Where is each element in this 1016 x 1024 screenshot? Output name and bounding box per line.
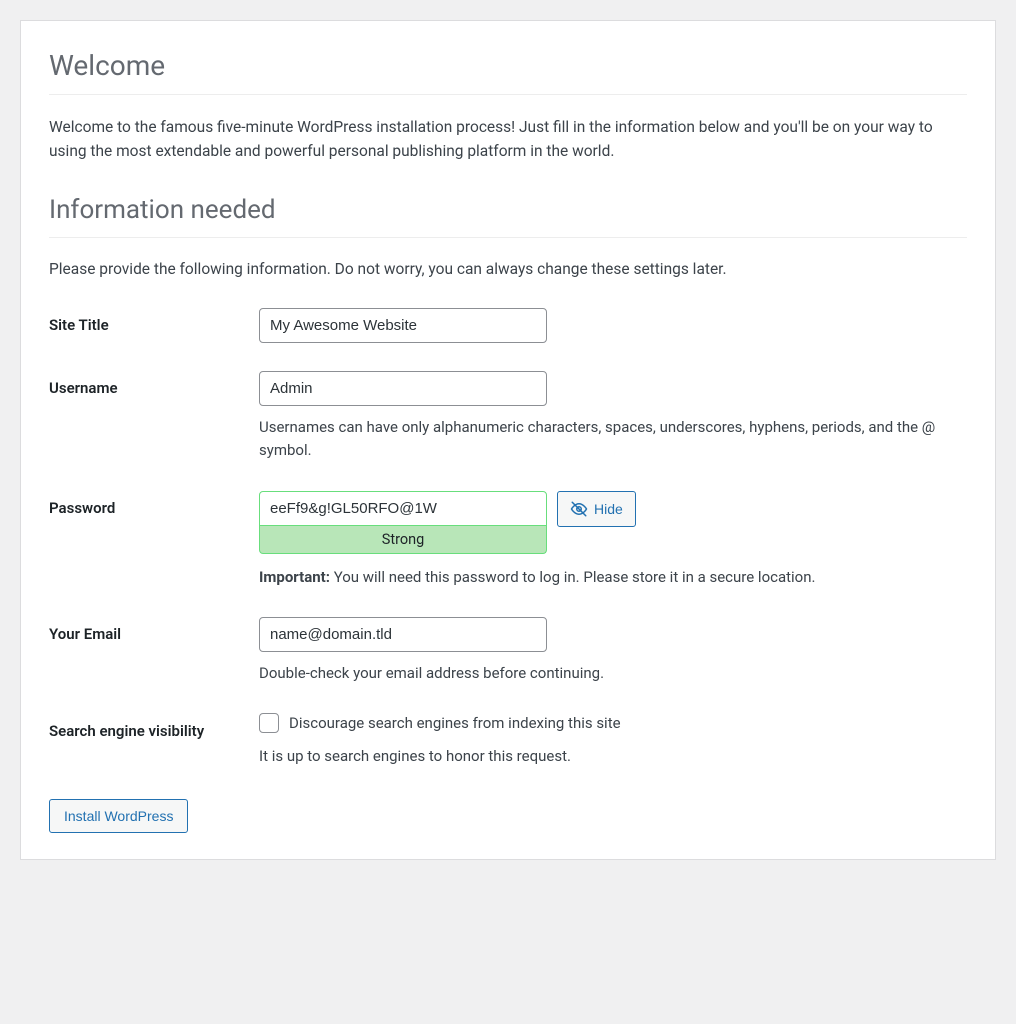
email-hint: Double-check your email address before c… — [259, 662, 939, 685]
hide-button-label: Hide — [594, 501, 623, 517]
welcome-intro-text: Welcome to the famous five-minute WordPr… — [49, 115, 967, 163]
important-prefix: Important: — [259, 568, 330, 586]
password-input[interactable] — [259, 491, 547, 526]
important-text: You will need this password to log in. P… — [330, 568, 816, 586]
site-title-label: Site Title — [49, 308, 259, 371]
email-input[interactable] — [259, 617, 547, 652]
visibility-note: It is up to search engines to honor this… — [259, 747, 967, 765]
install-form-container: Welcome Welcome to the famous five-minut… — [20, 20, 996, 860]
eye-slash-icon — [570, 500, 588, 518]
info-needed-heading: Information needed — [49, 195, 967, 238]
site-title-input[interactable] — [259, 308, 547, 343]
install-form-table: Site Title Username Usernames can have o… — [49, 308, 967, 793]
username-label: Username — [49, 371, 259, 491]
email-label: Your Email — [49, 617, 259, 713]
password-important-note: Important: You will need this password t… — [259, 566, 939, 589]
password-label: Password — [49, 491, 259, 617]
password-strength-meter: Strong — [259, 526, 547, 554]
install-wordpress-button[interactable]: Install WordPress — [49, 799, 188, 833]
username-hint: Usernames can have only alphanumeric cha… — [259, 416, 939, 463]
visibility-label: Search engine visibility — [49, 713, 259, 793]
hide-password-button[interactable]: Hide — [557, 491, 636, 527]
info-needed-subtext: Please provide the following information… — [49, 260, 967, 278]
visibility-checkbox-label: Discourage search engines from indexing … — [289, 714, 621, 732]
welcome-heading: Welcome — [49, 49, 967, 95]
username-input[interactable] — [259, 371, 547, 406]
visibility-checkbox[interactable] — [259, 713, 279, 733]
